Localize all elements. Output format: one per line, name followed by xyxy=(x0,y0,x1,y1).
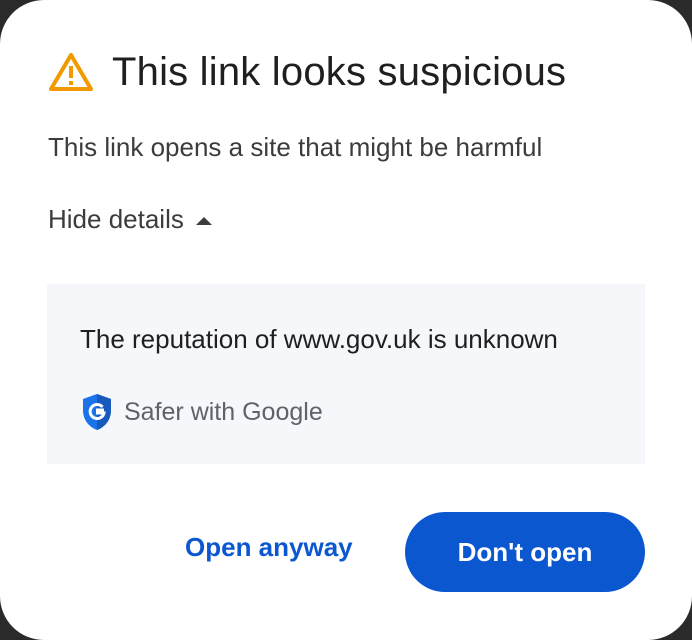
dialog-header: This link looks suspicious xyxy=(48,44,566,100)
warning-triangle-icon xyxy=(48,52,94,92)
details-panel: The reputation of www.gov.uk is unknown … xyxy=(47,284,645,464)
reputation-text: The reputation of www.gov.uk is unknown xyxy=(80,324,558,354)
caret-up-icon xyxy=(194,214,214,226)
hide-details-toggle[interactable]: Hide details xyxy=(48,204,214,235)
dialog-subtitle: This link opens a site that might be har… xyxy=(48,132,543,162)
hide-details-label: Hide details xyxy=(48,204,184,234)
dont-open-button[interactable]: Don't open xyxy=(405,512,645,592)
dialog-title: This link looks suspicious xyxy=(112,49,567,94)
safer-with-google-label: Safer with Google xyxy=(124,397,323,426)
open-anyway-button[interactable]: Open anyway xyxy=(185,532,353,563)
suspicious-link-dialog: This link looks suspicious This link ope… xyxy=(0,0,692,640)
google-shield-icon xyxy=(80,392,114,432)
safer-with-google: Safer with Google xyxy=(80,392,323,432)
